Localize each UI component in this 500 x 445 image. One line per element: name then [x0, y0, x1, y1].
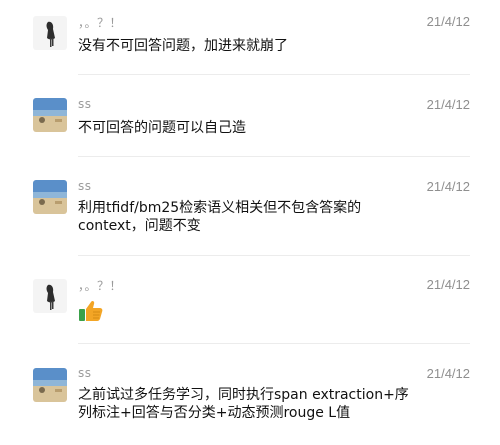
- message-text-line: 利用tfidf/bm25检索语义相关但不包含答案的: [78, 200, 362, 216]
- sea-avatar-image: [33, 180, 67, 214]
- sender-name: ss: [78, 366, 92, 380]
- divider: [78, 255, 470, 256]
- avatar[interactable]: [33, 16, 67, 50]
- figure-avatar-image: [33, 16, 67, 50]
- message-text-line: 之前试过多任务学习，同时执行span extraction+序: [78, 387, 409, 403]
- message-text: 没有不可回答问题，加进来就崩了: [78, 38, 288, 54]
- divider: [78, 74, 470, 75]
- sender-name: ，。？！: [78, 16, 123, 30]
- chat-history-list: ，。？！ 21/4/12 没有不可回答问题，加进来就崩了 ss 21/4/12 …: [0, 0, 500, 445]
- sea-avatar-image: [33, 98, 67, 132]
- message-time: 21/4/12: [426, 277, 470, 292]
- message-time: 21/4/12: [426, 97, 470, 112]
- divider: [78, 343, 470, 344]
- sea-avatar-image: [33, 368, 67, 402]
- sender-name: ，。？！: [78, 279, 123, 293]
- avatar[interactable]: [33, 368, 67, 402]
- message-time: 21/4/12: [426, 179, 470, 194]
- avatar[interactable]: [33, 180, 67, 214]
- message-text-line: 列标注+回答与否分类+动态预测rouge L值: [78, 405, 351, 421]
- divider: [78, 156, 470, 157]
- message-time: 21/4/12: [426, 366, 470, 381]
- avatar[interactable]: [33, 279, 67, 313]
- message-text: 之前试过多任务学习，同时执行span extraction+序 列标注+回答与否…: [78, 386, 423, 422]
- thumbs-up-icon: [78, 299, 104, 323]
- sender-name: ss: [78, 179, 92, 193]
- message-text: 不可回答的问题可以自己造: [78, 120, 246, 136]
- message-text: 利用tfidf/bm25检索语义相关但不包含答案的 context，问题不变: [78, 199, 423, 235]
- figure-avatar-image: [33, 279, 67, 313]
- message-time: 21/4/12: [426, 14, 470, 29]
- avatar[interactable]: [33, 98, 67, 132]
- message-text-line: context，问题不变: [78, 218, 201, 234]
- sender-name: ss: [78, 97, 92, 111]
